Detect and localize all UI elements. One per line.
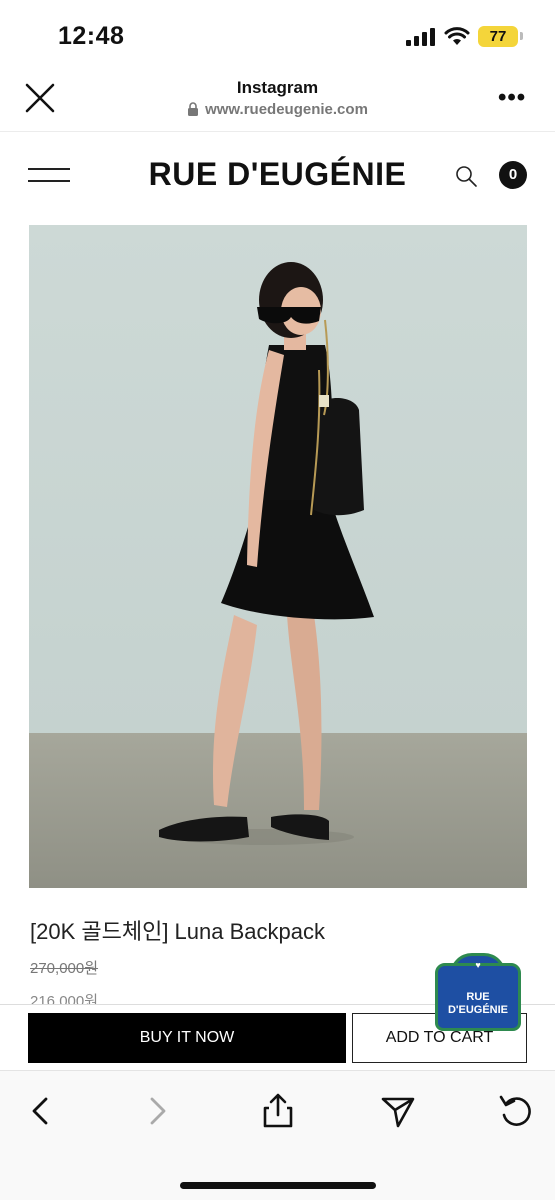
- browser-title: Instagram: [236, 78, 319, 97]
- forward-icon[interactable]: [138, 1091, 178, 1131]
- brand-floating-badge[interactable]: ♥ RUE D'EUGÉNIE: [432, 953, 524, 1035]
- badge-line-2: D'EUGÉNIE: [447, 1004, 509, 1016]
- share-icon[interactable]: [258, 1091, 298, 1131]
- wifi-icon: [444, 27, 470, 45]
- original-price: 270,000원: [30, 960, 99, 977]
- status-time: 12:48: [58, 22, 125, 50]
- battery-tip: [520, 32, 523, 40]
- heart-icon: ♥: [475, 960, 481, 970]
- badge-line-1: RUE: [466, 991, 490, 1003]
- status-bar: 12:48 77: [0, 0, 555, 70]
- battery-indicator: 77: [478, 26, 518, 47]
- search-icon[interactable]: [454, 164, 478, 188]
- home-indicator: [180, 1182, 376, 1189]
- browser-toolbar: [0, 1070, 555, 1200]
- product-image[interactable]: [29, 225, 527, 888]
- product-name[interactable]: [20K 골드체인] Luna Backpack: [30, 914, 325, 946]
- cart-count-badge[interactable]: 0: [499, 161, 527, 189]
- more-options-icon[interactable]: •••: [498, 84, 526, 112]
- browser-url-text: www.ruedeugenie.com: [205, 101, 368, 118]
- buy-now-button[interactable]: BUY IT NOW: [28, 1013, 346, 1063]
- product-photo: [29, 225, 527, 888]
- cellular-signal-icon: [406, 28, 435, 46]
- lock-icon: [188, 102, 199, 116]
- in-app-browser-header: Instagram www.ruedeugenie.com •••: [0, 70, 555, 132]
- browser-url: www.ruedeugenie.com: [0, 101, 555, 118]
- reload-icon[interactable]: [496, 1091, 536, 1131]
- send-icon[interactable]: [378, 1091, 418, 1131]
- back-icon[interactable]: [20, 1091, 60, 1131]
- site-header: RUE D'EUGÉNIE 0: [0, 140, 555, 212]
